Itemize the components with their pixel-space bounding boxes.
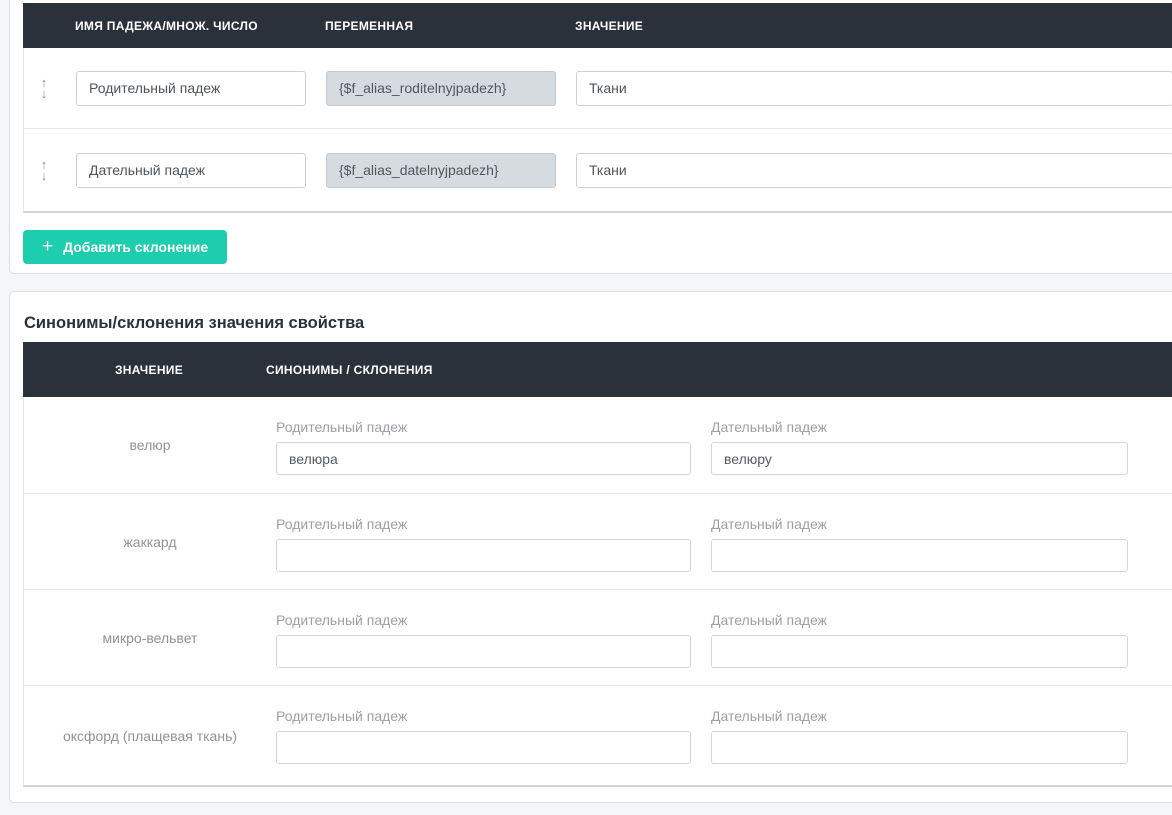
column-header-value: ЗНАЧЕНИЕ	[575, 19, 1172, 33]
property-value-label: жаккард	[24, 494, 276, 589]
case-field-group: Дательный падеж	[711, 612, 1128, 685]
synonyms-panel: Синонимы/склонения значения свойства ЗНА…	[9, 291, 1172, 803]
synonyms-table-header: ЗНАЧЕНИЕ СИНОНИМЫ / СКЛОНЕНИЯ	[23, 342, 1172, 397]
declensions-panel: ИМЯ ПАДЕЖА/МНОЖ. ЧИСЛО ПЕРЕМЕННАЯ ЗНАЧЕН…	[9, 0, 1172, 274]
case-field-group: Дательный падеж	[711, 516, 1128, 589]
section-title: Синонимы/склонения значения свойства	[24, 314, 1172, 333]
value-input[interactable]	[576, 153, 1172, 188]
case-field-group: Дательный падеж	[711, 419, 1128, 493]
synonym-row: велюр Родительный падеж Дательный падеж	[24, 397, 1172, 493]
case-field-group: Дательный падеж	[711, 708, 1128, 785]
synonym-row: жаккард Родительный падеж Дательный паде…	[24, 493, 1172, 589]
case-input[interactable]	[276, 539, 691, 572]
arrow-down-icon: ↓	[41, 170, 48, 181]
property-value-label: оксфорд (плащевая ткань)	[24, 686, 276, 785]
case-field-label: Родительный падеж	[276, 708, 691, 724]
case-input[interactable]	[711, 731, 1128, 764]
case-input[interactable]	[276, 442, 691, 475]
column-header-value: ЗНАЧЕНИЕ	[23, 363, 275, 377]
case-field-label: Родительный падеж	[276, 612, 691, 628]
add-declension-button[interactable]: + Добавить склонение	[23, 230, 227, 264]
variable-field[interactable]	[326, 153, 556, 188]
property-value-label: велюр	[24, 397, 276, 493]
property-value-label: микро-вельвет	[24, 590, 276, 685]
synonyms-table: ЗНАЧЕНИЕ СИНОНИМЫ / СКЛОНЕНИЯ велюр Роди…	[23, 342, 1172, 787]
declension-row: ↑ ↓	[24, 128, 1172, 211]
case-field-label: Дательный падеж	[711, 516, 1128, 532]
case-field-group: Родительный падеж	[276, 516, 691, 589]
case-field-group: Родительный падеж	[276, 612, 691, 685]
column-header-variable: ПЕРЕМЕННАЯ	[325, 19, 555, 33]
declensions-table: ИМЯ ПАДЕЖА/МНОЖ. ЧИСЛО ПЕРЕМЕННАЯ ЗНАЧЕН…	[23, 3, 1172, 213]
case-field-label: Родительный падеж	[276, 516, 691, 532]
drag-handle[interactable]: ↑ ↓	[24, 77, 76, 99]
plus-icon: +	[42, 237, 53, 256]
case-field-label: Дательный падеж	[711, 612, 1128, 628]
case-input[interactable]	[711, 635, 1128, 668]
case-field-label: Дательный падеж	[711, 419, 1128, 435]
case-input[interactable]	[711, 539, 1128, 572]
case-field-label: Родительный падеж	[276, 419, 691, 435]
synonym-row: оксфорд (плащевая ткань) Родительный пад…	[24, 685, 1172, 785]
case-name-input[interactable]	[76, 71, 306, 106]
value-input[interactable]	[576, 71, 1172, 106]
column-header-synonyms: СИНОНИМЫ / СКЛОНЕНИЯ	[266, 363, 433, 377]
case-name-input[interactable]	[76, 153, 306, 188]
declension-row: ↑ ↓	[24, 48, 1172, 128]
case-field-label: Дательный падеж	[711, 708, 1128, 724]
arrow-down-icon: ↓	[41, 88, 48, 99]
case-input[interactable]	[276, 635, 691, 668]
case-input[interactable]	[276, 731, 691, 764]
case-field-group: Родительный падеж	[276, 419, 691, 493]
add-declension-label: Добавить склонение	[63, 239, 208, 255]
case-field-group: Родительный падеж	[276, 708, 691, 785]
variable-field[interactable]	[326, 71, 556, 106]
case-input[interactable]	[711, 442, 1128, 475]
synonym-row: микро-вельвет Родительный падеж Дательны…	[24, 589, 1172, 685]
declensions-table-header: ИМЯ ПАДЕЖА/МНОЖ. ЧИСЛО ПЕРЕМЕННАЯ ЗНАЧЕН…	[23, 3, 1172, 48]
drag-handle[interactable]: ↑ ↓	[24, 159, 76, 181]
column-header-case-name: ИМЯ ПАДЕЖА/МНОЖ. ЧИСЛО	[75, 19, 305, 33]
